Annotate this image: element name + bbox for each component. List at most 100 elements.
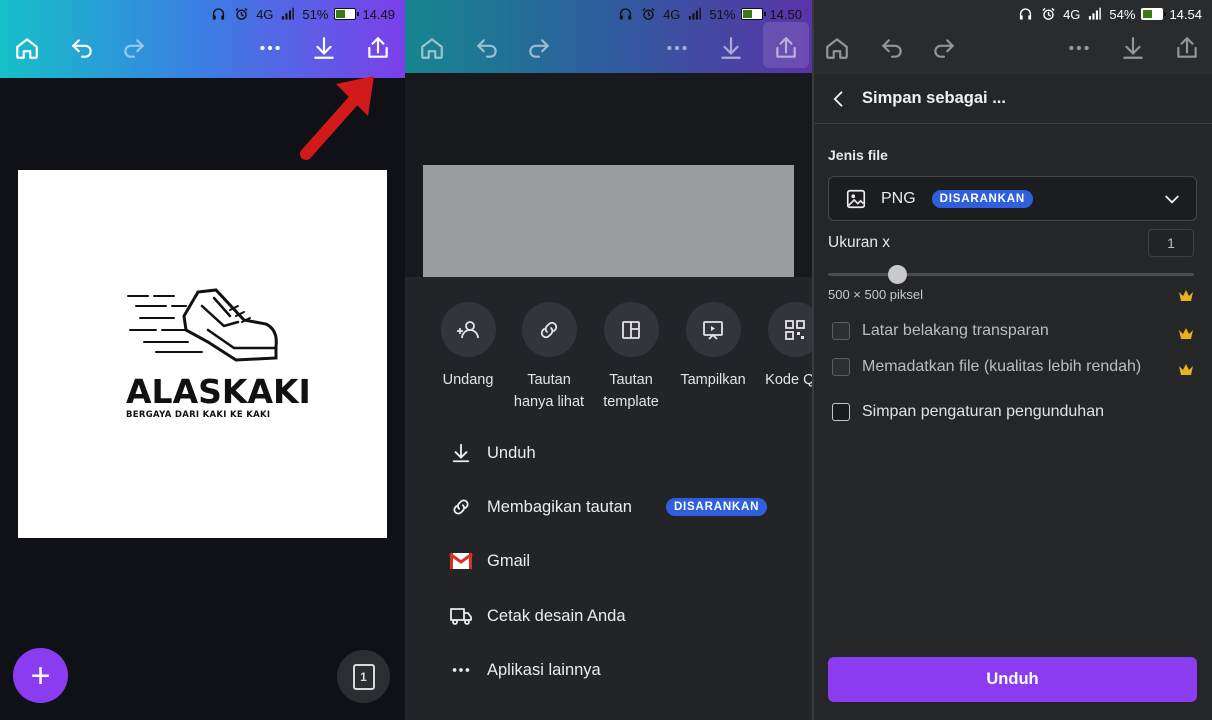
gmail-icon — [449, 549, 473, 573]
more-button[interactable] — [1061, 30, 1097, 66]
share-option-circle — [603, 302, 659, 357]
status-bar: 4G 54% 14.54 — [814, 0, 1212, 28]
menu-label: Cetak desain Anda — [487, 606, 626, 625]
download-submit-button[interactable]: Unduh — [828, 657, 1197, 702]
save-as-header: Simpan sebagai ... — [814, 74, 1212, 124]
share-option-circle — [440, 302, 496, 357]
image-icon — [846, 189, 866, 208]
network-type: 4G — [256, 6, 274, 22]
red-arrow-icon — [300, 76, 374, 160]
share-option-circle — [521, 302, 577, 357]
checkbox[interactable] — [832, 322, 850, 340]
more-icon — [1069, 45, 1089, 51]
share-icon — [368, 37, 388, 58]
redo-button[interactable] — [521, 30, 557, 66]
share-button[interactable] — [1169, 30, 1205, 66]
share-option-label: Undang — [442, 372, 494, 388]
add-element-button[interactable]: + — [13, 648, 68, 703]
network-type: 4G — [663, 6, 681, 22]
share-option-template-link[interactable]: Tautan template — [586, 302, 676, 413]
redo-icon — [124, 39, 145, 58]
panel-editor: 4G 51% 14.49 ALASKAKI BERGAYA DARI KAKI … — [0, 0, 405, 720]
alarm-icon — [1042, 7, 1055, 20]
network-type: 4G — [1063, 6, 1081, 22]
undo-button[interactable] — [64, 30, 100, 66]
file-type-label: Jenis file — [828, 147, 888, 163]
more-icon — [260, 45, 280, 51]
share-option-qr[interactable]: Kode QR — [750, 302, 812, 391]
redo-icon — [529, 39, 550, 58]
menu-download[interactable]: Unduh — [449, 438, 536, 468]
plus-icon: + — [30, 656, 51, 695]
menu-more-apps[interactable]: Aplikasi lainnya — [449, 655, 601, 685]
clock: 14.54 — [1169, 6, 1202, 22]
share-option-present[interactable]: Tampilkan — [668, 302, 758, 391]
status-bar: 4G 51% 14.50 — [405, 0, 812, 28]
checkbox[interactable] — [832, 358, 850, 376]
option-transparent-bg[interactable]: Latar belakang transparan — [832, 322, 1049, 340]
page-count: 1 — [352, 663, 375, 690]
battery-icon — [741, 8, 767, 20]
present-icon — [703, 320, 723, 340]
share-icon — [1177, 37, 1197, 58]
menu-gmail[interactable]: Gmail — [449, 546, 530, 576]
share-option-label: Tampilkan — [680, 372, 746, 388]
size-slider-thumb[interactable] — [888, 265, 908, 284]
home-icon — [826, 38, 848, 59]
more-button[interactable] — [659, 30, 695, 66]
home-icon — [421, 38, 443, 59]
share-options-row: Undang Tautan hanya lihat Tautan templat… — [405, 302, 812, 422]
size-slider[interactable] — [828, 273, 1194, 276]
signal-icon — [1089, 7, 1102, 20]
battery-fill — [743, 10, 753, 18]
home-button[interactable] — [819, 30, 855, 66]
home-button[interactable] — [9, 30, 45, 66]
dimensions-label: 500 × 500 piksel — [828, 287, 924, 302]
undo-button[interactable] — [469, 30, 505, 66]
share-option-circle — [767, 302, 812, 357]
design-canvas[interactable]: ALASKAKI BERGAYA DARI KAKI KE KAKI — [18, 170, 387, 538]
shoe-logo-icon — [127, 288, 278, 362]
file-type-select[interactable]: PNG DISARANKAN — [828, 176, 1197, 221]
panel-save-as: 4G 54% 14.54 Simpan sebagai ... Jenis fi… — [814, 0, 1212, 720]
back-button[interactable] — [826, 86, 852, 112]
qr-code-icon — [785, 319, 805, 340]
share-option-view-link[interactable]: Tautan hanya lihat — [504, 302, 594, 413]
size-input[interactable]: 1 — [1148, 229, 1194, 257]
option-save-settings[interactable]: Simpan pengaturan pengunduhan — [832, 403, 1104, 421]
download-icon — [721, 37, 741, 59]
option-label: Simpan pengaturan pengunduhan — [862, 403, 1104, 420]
pages-button[interactable]: 1 — [337, 650, 390, 703]
status-bar: 4G 51% 14.49 — [0, 0, 405, 28]
checkbox[interactable] — [832, 403, 850, 421]
battery-fill — [1143, 10, 1153, 18]
chevron-down-icon — [1165, 195, 1179, 204]
download-button[interactable] — [306, 30, 342, 66]
undo-icon — [881, 39, 902, 58]
menu-share-link[interactable]: Membagikan tautan DISARANKAN — [449, 492, 768, 522]
menu-label: Aplikasi lainnya — [487, 660, 601, 679]
share-option-label: Tautan template — [603, 372, 659, 410]
crown-icon — [1179, 364, 1193, 375]
redo-button[interactable] — [116, 30, 152, 66]
share-button[interactable] — [360, 30, 396, 66]
share-button[interactable] — [768, 30, 804, 66]
share-option-invite[interactable]: Undang — [423, 302, 513, 391]
download-button[interactable] — [713, 30, 749, 66]
download-button[interactable] — [1115, 30, 1151, 66]
share-option-label: Kode QR — [765, 372, 812, 388]
clock: 14.49 — [362, 6, 395, 22]
more-button[interactable] — [252, 30, 288, 66]
option-compress[interactable]: Memadatkan file (kualitas lebih rendah) — [832, 358, 1141, 376]
download-icon — [314, 37, 334, 59]
screenshot-collage: 4G 51% 14.49 ALASKAKI BERGAYA DARI KAKI … — [0, 0, 1212, 720]
menu-print[interactable]: Cetak desain Anda — [449, 601, 626, 631]
menu-label: Gmail — [487, 551, 531, 570]
redo-button[interactable] — [926, 30, 962, 66]
more-icon — [449, 658, 473, 682]
option-label: Latar belakang transparan — [862, 322, 1049, 339]
battery-icon — [1141, 8, 1167, 20]
undo-button[interactable] — [874, 30, 910, 66]
size-label: Ukuran x — [828, 234, 891, 251]
home-button[interactable] — [414, 30, 450, 66]
